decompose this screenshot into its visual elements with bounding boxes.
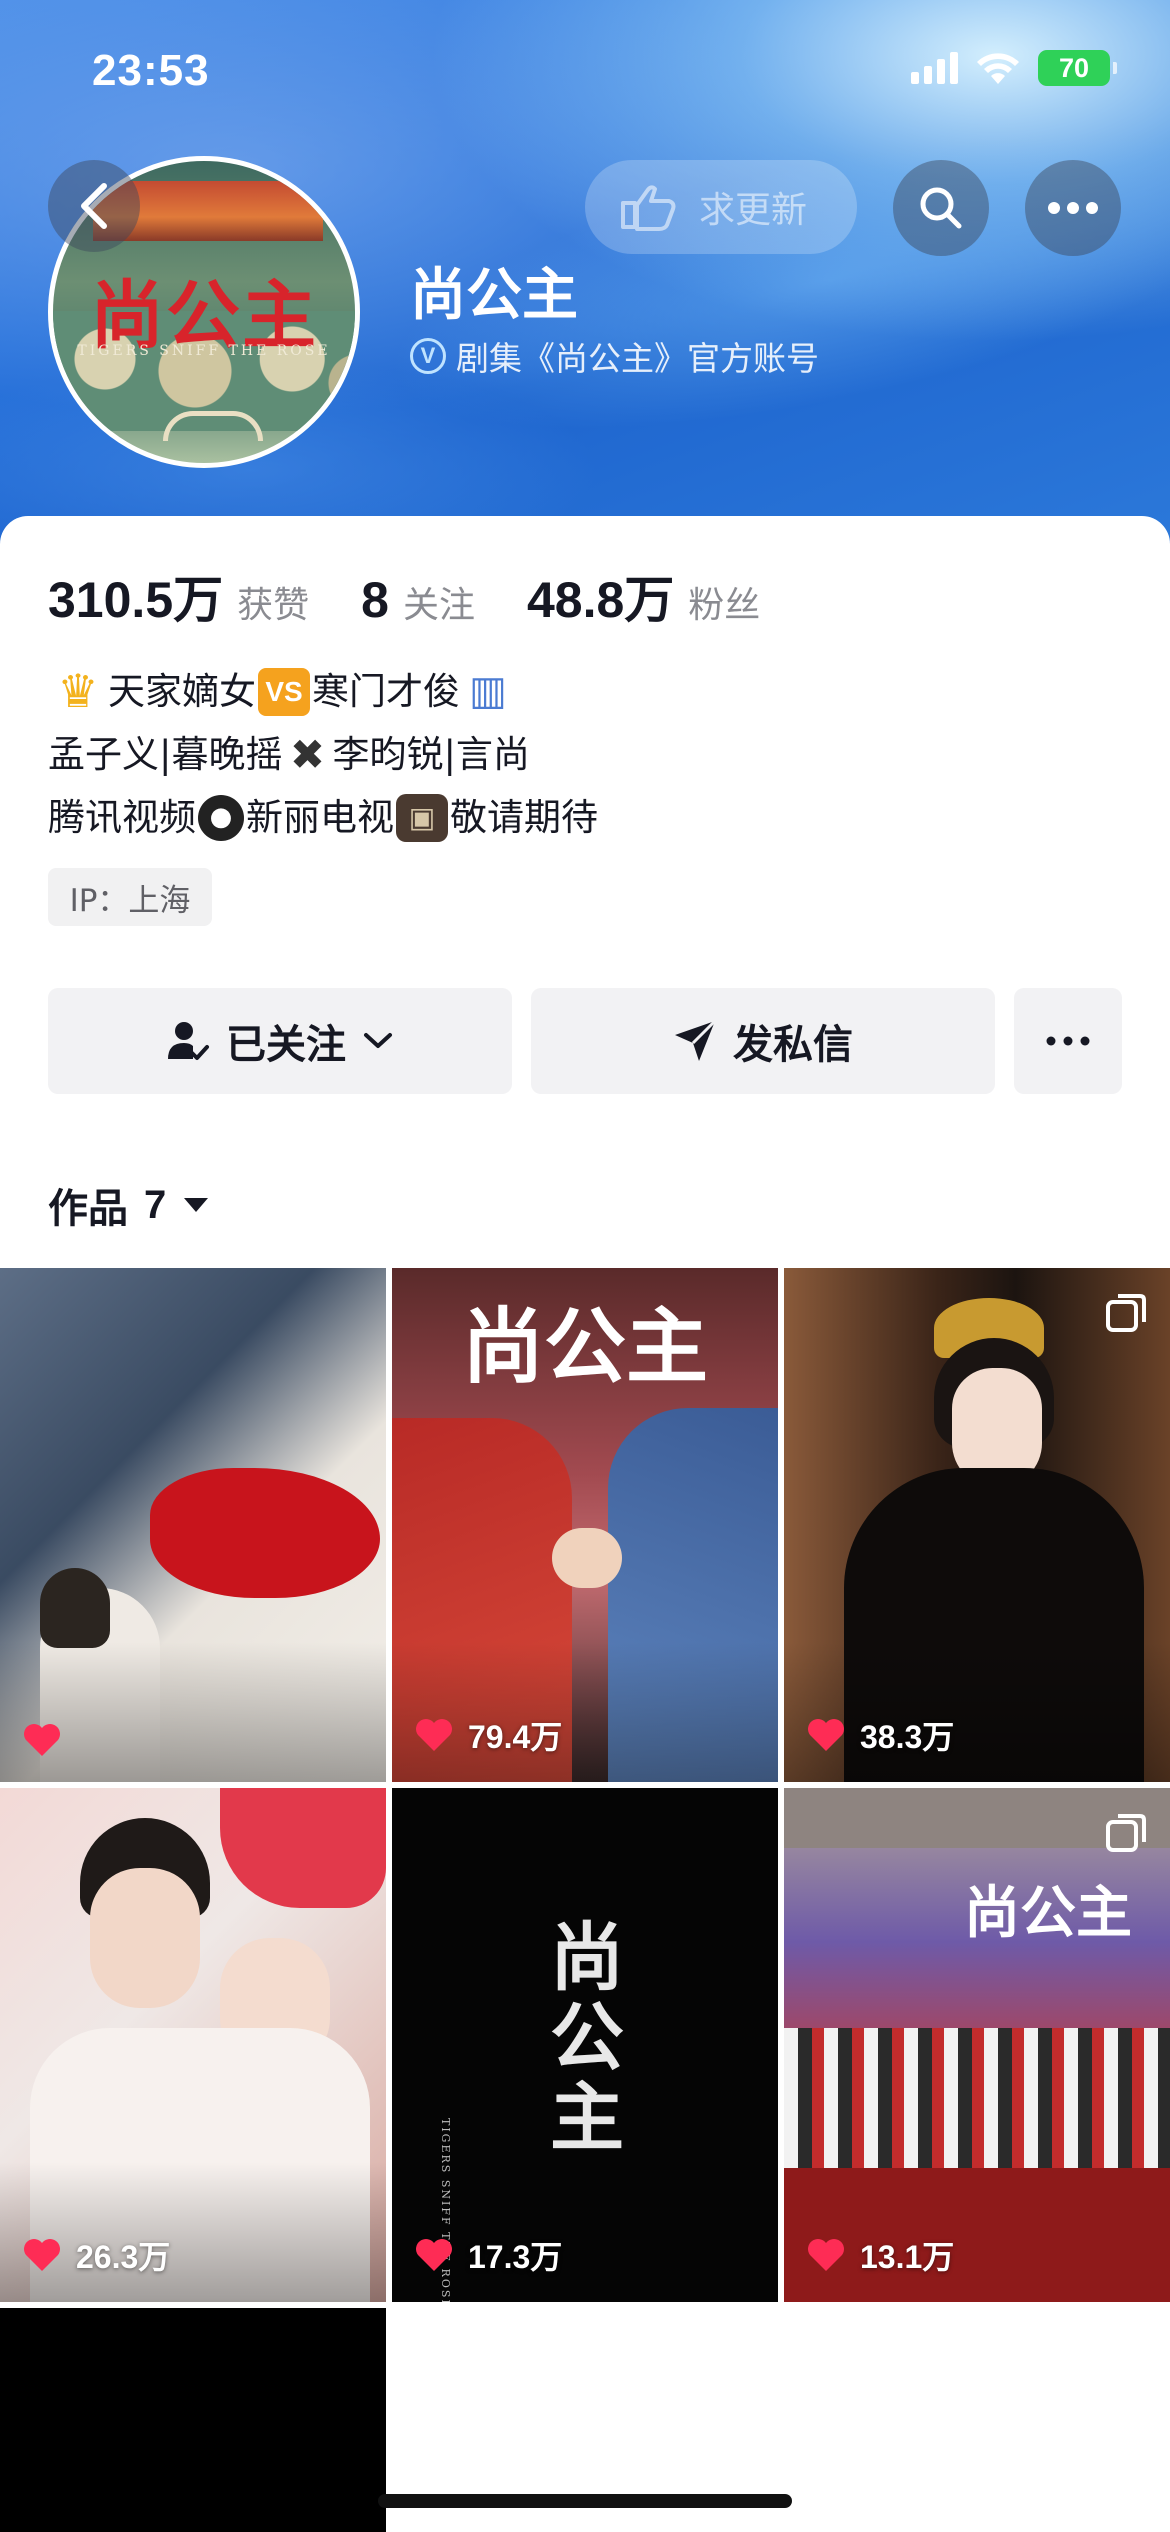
- home-indicator[interactable]: [378, 2494, 792, 2508]
- send-message-label: 发私信: [733, 1022, 853, 1068]
- book-icon: ▥: [469, 668, 507, 714]
- heart-icon: [808, 2239, 844, 2271]
- heart-icon: [416, 2239, 452, 2271]
- bio-text: 敬请期待: [450, 796, 598, 839]
- send-message-button[interactable]: 发私信: [531, 988, 995, 1094]
- bio-text: 腾讯视频: [48, 796, 196, 839]
- video-thumbnail[interactable]: [0, 2308, 386, 2532]
- heart-icon: [808, 1719, 844, 1751]
- cross-icon: ✖: [289, 730, 326, 779]
- works-label: 作品: [48, 1186, 128, 1232]
- works-count: 7: [144, 1182, 167, 1227]
- ip-location-tag: IP：上海: [48, 868, 212, 926]
- vs-icon: VS: [258, 667, 310, 716]
- bio-line-2: 孟子义|暮晚摇 ✖ 李昀锐|言尚: [48, 723, 598, 786]
- more-dots-icon: [1046, 1036, 1090, 1046]
- back-arrow-icon: [81, 183, 107, 229]
- penguin-icon: ●: [198, 794, 244, 841]
- video-likes: 38.3万: [806, 1712, 954, 1758]
- video-likes: 17.3万: [414, 2232, 562, 2278]
- chevron-down-icon: [364, 1033, 392, 1048]
- video-thumbnail[interactable]: 尚公主 TIGERS SNIFF THE ROSE 17.3万: [392, 1788, 778, 2302]
- video-thumbnail[interactable]: 38.3万: [784, 1268, 1170, 1782]
- followers-label[interactable]: 粉丝: [688, 576, 760, 628]
- video-thumbnail[interactable]: 尚公主 13.1万: [784, 1788, 1170, 2302]
- bio-line-1: ♛ 天家嫡女 VS 寒门才俊 ▥: [48, 660, 598, 723]
- likes-count: 310.5万: [48, 572, 224, 628]
- heart-icon: [24, 2239, 60, 2271]
- likes-label: 获赞: [237, 585, 310, 626]
- status-time: 23:53: [92, 46, 210, 95]
- following-count[interactable]: 8: [361, 571, 389, 629]
- request-update-label: 求更新: [699, 190, 808, 231]
- bio-line-3: 腾讯视频 ● 新丽电视 ▣ 敬请期待: [48, 786, 598, 849]
- bio: ♛ 天家嫡女 VS 寒门才俊 ▥ 孟子义|暮晚摇 ✖ 李昀锐|言尚 腾讯视频 ●…: [48, 660, 598, 849]
- back-button[interactable]: [48, 160, 140, 252]
- poster-title: 尚公主: [461, 1299, 708, 1395]
- crown-icon: ♛: [57, 664, 99, 718]
- more-options-button[interactable]: [1025, 160, 1121, 256]
- verified-badge-icon: V: [410, 338, 446, 374]
- video-likes: [22, 1722, 76, 1758]
- verification-row: V 剧集《尚公主》官方账号: [410, 332, 819, 380]
- more-dots-icon: [1048, 202, 1098, 214]
- following-button[interactable]: 已关注: [48, 988, 512, 1094]
- poster-title: 尚公主: [964, 1880, 1132, 1946]
- search-icon: [920, 187, 962, 229]
- works-tab-header[interactable]: 作品 7: [48, 1176, 210, 1234]
- bio-text: 孟子义|暮晚摇: [48, 733, 283, 776]
- heart-icon: [416, 1719, 452, 1751]
- more-actions-button[interactable]: [1014, 988, 1122, 1094]
- poster-title: 尚公主: [550, 1915, 624, 2161]
- bio-text: 天家嫡女: [108, 670, 256, 713]
- verification-text: 剧集《尚公主》官方账号: [456, 339, 819, 378]
- video-likes: 13.1万: [806, 2232, 954, 2278]
- tv-icon: ▣: [396, 793, 448, 842]
- following-label[interactable]: 关注: [403, 576, 475, 628]
- bio-text: 李昀锐|言尚: [332, 733, 530, 776]
- request-update-button[interactable]: 求更新: [585, 160, 857, 254]
- paper-plane-icon: [675, 1019, 717, 1061]
- video-thumbnail[interactable]: 26.3万: [0, 1788, 386, 2302]
- avatar-subtitle: TIGERS SNIFF THE ROSE: [77, 343, 331, 359]
- video-thumbnail[interactable]: [0, 1268, 386, 1782]
- battery-icon: 70: [1038, 50, 1117, 86]
- multi-image-icon: [1106, 1294, 1146, 1332]
- hand-point-icon: [621, 185, 676, 231]
- dropdown-triangle-icon: [184, 1198, 209, 1212]
- status-icons: 70: [911, 50, 1117, 86]
- user-check-icon: [168, 1022, 209, 1060]
- profile-name: 尚公主: [410, 263, 578, 328]
- following-button-label: 已关注: [226, 1022, 346, 1068]
- stats-row: 310.5万 获赞 8 关注 48.8万 粉丝: [48, 560, 812, 632]
- video-thumbnail[interactable]: 尚公主 79.4万: [392, 1268, 778, 1782]
- search-button[interactable]: [893, 160, 989, 256]
- video-likes: 79.4万: [414, 1712, 562, 1758]
- bio-text: 新丽电视: [246, 796, 394, 839]
- cellular-signal-icon: [911, 52, 958, 84]
- video-likes: 26.3万: [22, 2232, 170, 2278]
- followers-count[interactable]: 48.8万: [527, 560, 674, 632]
- bio-text: 寒门才俊: [312, 670, 460, 713]
- heart-icon: [24, 1724, 60, 1756]
- multi-image-icon: [1106, 1814, 1146, 1852]
- wifi-icon: [977, 53, 1019, 84]
